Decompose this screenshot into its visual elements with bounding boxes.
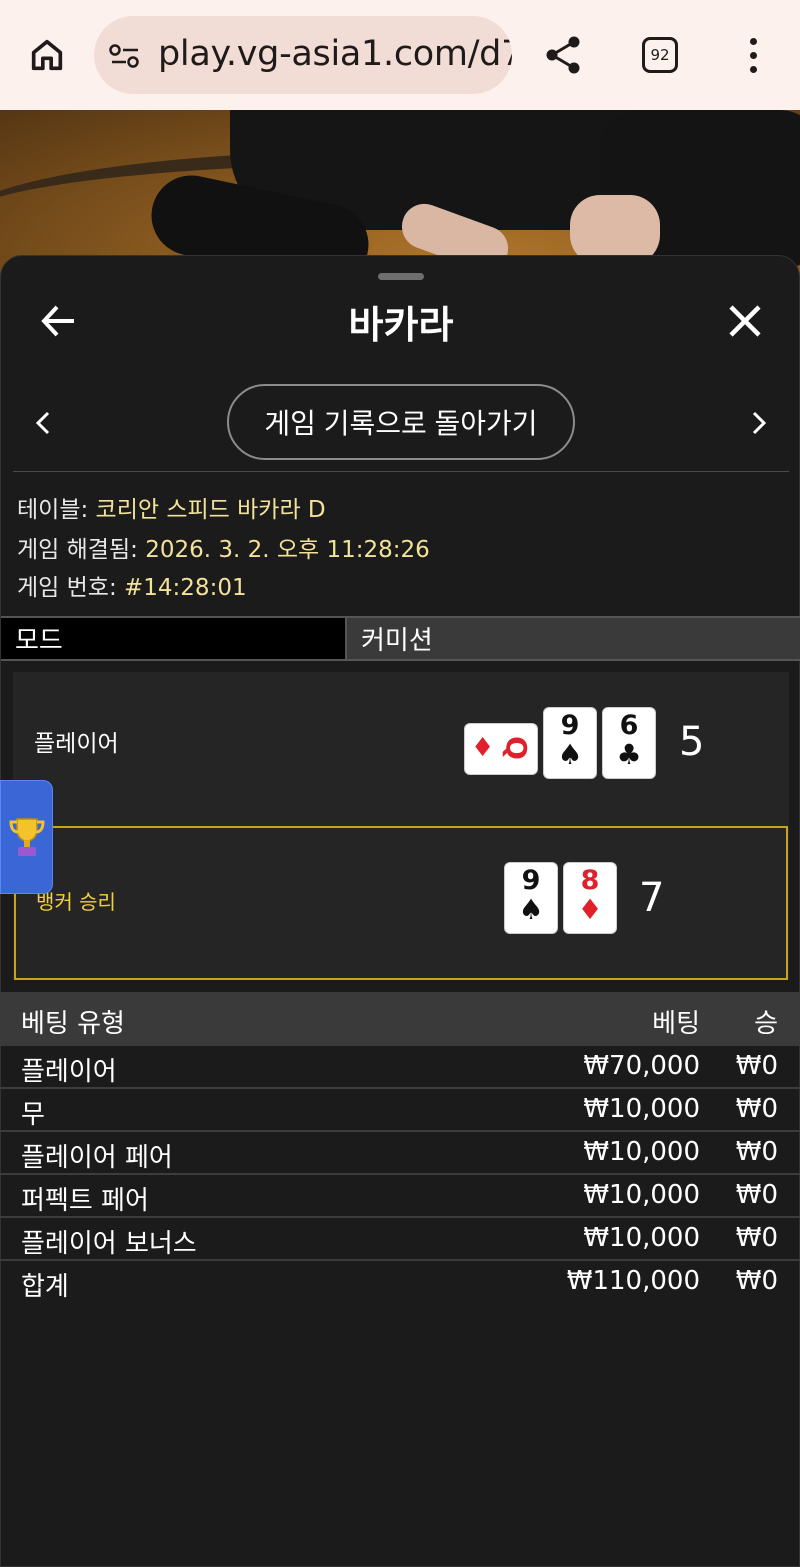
table-value: 코리안 스피드 바카라 D (95, 497, 326, 523)
card-suit: ♦ (577, 893, 603, 926)
bet-win: ₩0 (735, 1094, 778, 1124)
home-button[interactable] (22, 32, 72, 78)
bet-amount: ₩10,000 (583, 1094, 700, 1124)
mode-label: 모드 (1, 618, 347, 659)
card-suit: ♠ (518, 893, 544, 926)
bet-amount: ₩10,000 (583, 1223, 700, 1253)
bet-amount: ₩70,000 (583, 1051, 700, 1081)
table-row: 플레이어 보너스 ₩10,000 ₩0 (0, 1218, 800, 1261)
player-card-3: 6 ♣ (603, 708, 655, 778)
bet-type: 플레이어 보너스 (21, 1229, 197, 1259)
bet-type: 무 (21, 1100, 45, 1130)
chevron-right-icon[interactable] (747, 406, 771, 440)
address-bar[interactable]: play.vg-asia1.com/d7k (94, 16, 512, 94)
mode-value: 커미션 (347, 618, 800, 659)
hands-panel: 플레이어 ♦ Q 9 ♠ 6 ♣ 5 뱅커 승리 9 ♠ 8 ♦ 7 (13, 672, 789, 980)
card-suit: ♣ (616, 738, 642, 771)
game-history-sheet: 바카라 게임 기록으로 돌아가기 테이블: 코리안 스피드 바카라 D 게임 해… (0, 255, 800, 1567)
trophy-tab[interactable] (0, 780, 53, 894)
home-icon (31, 39, 63, 71)
bets-table-header: 베팅 유형 베팅 승 (0, 992, 800, 1046)
card-suit: ♠ (557, 738, 583, 771)
table-label: 테이블: (17, 497, 89, 523)
url-text[interactable]: play.vg-asia1.com/d7k (158, 34, 512, 74)
banker-hand-box: 뱅커 승리 9 ♠ 8 ♦ 7 (14, 826, 788, 980)
share-button[interactable] (538, 30, 588, 80)
bet-type: 플레이어 페어 (21, 1143, 173, 1173)
banker-card-1: 9 ♠ (505, 863, 557, 933)
table-row: 퍼펙트 페어 ₩10,000 ₩0 (0, 1175, 800, 1218)
table-info: 테이블: 코리안 스피드 바카라 D (17, 490, 326, 524)
table-row: 플레이어 ₩70,000 ₩0 (0, 1046, 800, 1089)
bet-amount: ₩10,000 (583, 1137, 700, 1167)
bet-amount-header: 베팅 (652, 1009, 700, 1039)
player-card-2: 9 ♠ (544, 708, 596, 778)
bet-win: ₩0 (735, 1137, 778, 1167)
bet-win: ₩0 (735, 1180, 778, 1210)
tab-count: 92 (650, 46, 670, 64)
player-score: 5 (679, 719, 705, 765)
trophy-icon (8, 818, 45, 856)
divider (13, 471, 789, 472)
table-row: 플레이어 페어 ₩10,000 ₩0 (0, 1132, 800, 1175)
chevron-left-icon[interactable] (31, 406, 55, 440)
bet-amount: ₩10,000 (583, 1180, 700, 1210)
total-row: 합계 ₩110,000 ₩0 (0, 1261, 800, 1304)
browser-toolbar: play.vg-asia1.com/d7k 92 (0, 0, 800, 110)
game-number-label: 게임 번호: (17, 575, 117, 601)
resolved-label: 게임 해결됨: (17, 537, 138, 563)
card-suit: ♦ (471, 733, 495, 763)
game-number-info: 게임 번호: #14:28:01 (17, 568, 247, 602)
close-icon[interactable] (725, 301, 765, 341)
bet-win: ₩0 (735, 1051, 778, 1081)
banker-card-2: 8 ♦ (564, 863, 616, 933)
bet-type: 플레이어 (21, 1057, 117, 1087)
resolved-info: 게임 해결됨: 2026. 3. 2. 오후 11:28:26 (17, 530, 430, 564)
banker-score: 7 (639, 875, 665, 921)
share-icon (546, 36, 580, 74)
player-card-1: ♦ Q (465, 724, 537, 774)
back-to-history-button[interactable]: 게임 기록으로 돌아가기 (227, 384, 575, 460)
tabs-button[interactable]: 92 (642, 37, 678, 73)
player-hand-label: 플레이어 (34, 731, 119, 757)
table-row: 무 ₩10,000 ₩0 (0, 1089, 800, 1132)
resolved-value: 2026. 3. 2. 오후 11:28:26 (145, 537, 430, 563)
card-rank: Q (500, 736, 533, 760)
total-label: 합계 (21, 1272, 69, 1302)
more-menu-icon[interactable] (738, 30, 768, 80)
bet-win-header: 승 (754, 1009, 778, 1039)
sheet-title: 바카라 (348, 303, 454, 347)
bet-type: 퍼펙트 페어 (21, 1186, 149, 1216)
bet-type-header: 베팅 유형 (21, 1009, 125, 1039)
total-win: ₩0 (735, 1266, 778, 1296)
bet-win: ₩0 (735, 1223, 778, 1253)
drag-handle[interactable] (378, 273, 424, 280)
game-number-value: #14:28:01 (124, 575, 247, 601)
total-bet: ₩110,000 (566, 1266, 700, 1296)
site-settings-icon[interactable] (108, 41, 142, 71)
mode-row: 모드 커미션 (1, 616, 800, 661)
